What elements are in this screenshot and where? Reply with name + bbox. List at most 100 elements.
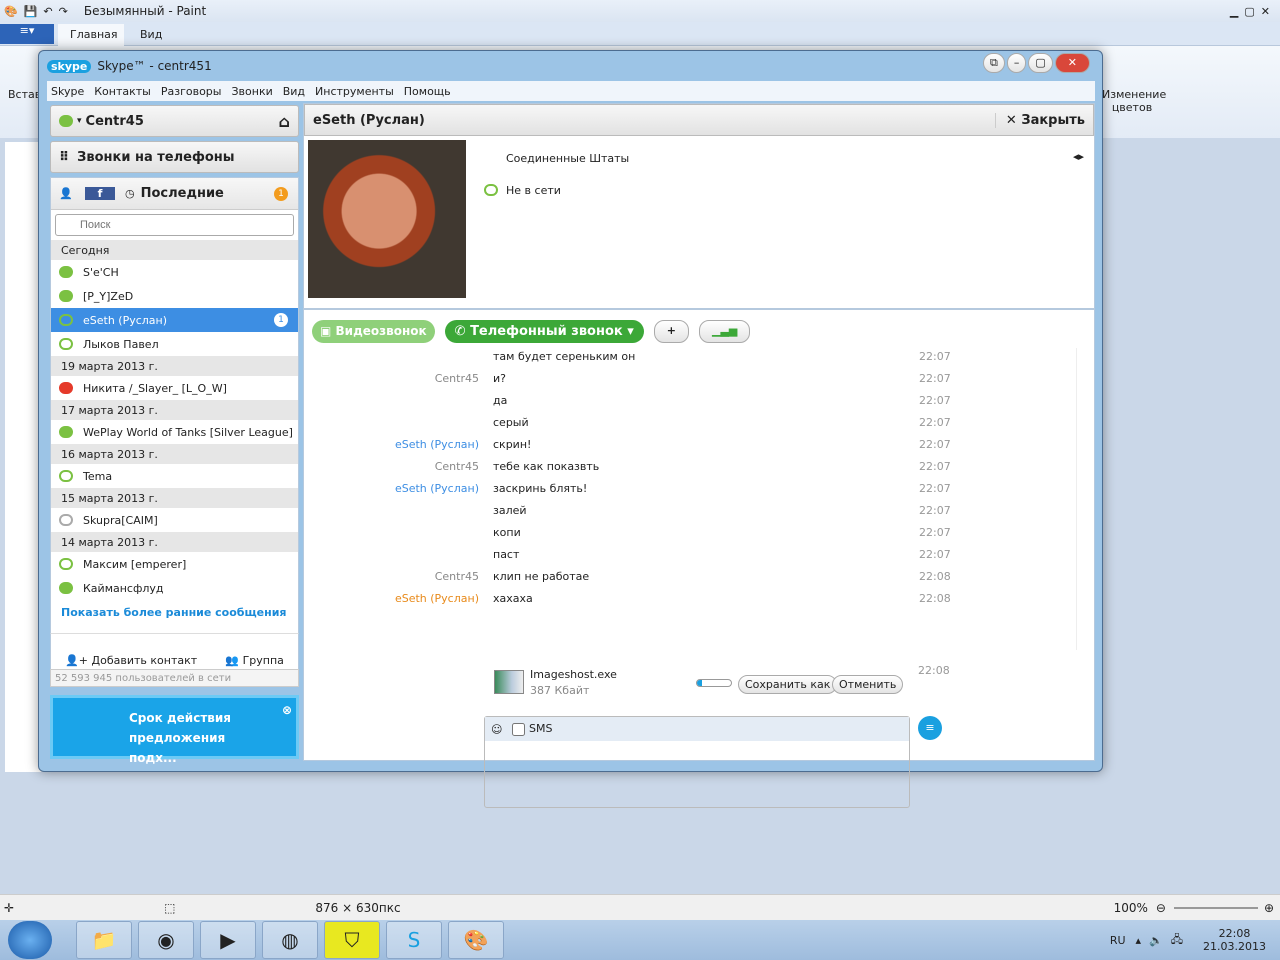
network-icon[interactable]: 🖧 <box>1171 931 1183 950</box>
zoom-in-button[interactable]: ⊕ <box>1264 901 1274 915</box>
contact-item[interactable]: WePlay World of Tanks [Silver League] <box>51 420 298 444</box>
media-player-icon[interactable]: ▶ <box>200 921 256 959</box>
call-quality-icon[interactable]: ▁▃▅ <box>699 320 751 343</box>
sms-checkbox[interactable]: SMS <box>512 722 552 736</box>
menu-contacts[interactable]: Контакты <box>94 85 151 98</box>
clock[interactable]: 22:08 21.03.2013 <box>1203 927 1266 953</box>
edit-colors-button[interactable]: Изменение цветов <box>1102 88 1166 114</box>
menu-conversations[interactable]: Разговоры <box>161 85 222 98</box>
message-time: 22:07 <box>919 438 951 451</box>
contact-item[interactable]: S'e'CH <box>51 260 298 284</box>
cancel-button[interactable]: Отменить <box>832 675 904 694</box>
message-input-box[interactable]: ☺ SMS <box>484 716 910 808</box>
minimize-button[interactable]: ▁ <box>1230 5 1238 18</box>
tab-view[interactable]: Вид <box>140 28 162 41</box>
paint-icon[interactable]: 🎨 <box>448 921 504 959</box>
message-list: там будет сереньким он 22:07 Centr45 и? 22:0… <box>304 346 1094 656</box>
message-text: тебе как показвть <box>493 460 600 473</box>
menu-skype[interactable]: Skype <box>51 85 84 98</box>
save-icon[interactable]: 💾 <box>24 5 38 18</box>
minimize-button[interactable]: – <box>1006 53 1027 73</box>
paste-button[interactable]: Вставить <box>8 88 38 101</box>
explorer-icon[interactable]: 📁 <box>76 921 132 959</box>
message-row: eSeth (Руслан) скрин! 22:07 <box>304 434 1094 456</box>
tab-home[interactable]: Главная <box>58 24 124 46</box>
unread-badge: 1 <box>274 313 288 327</box>
cursor-position-icon: ✛ <box>4 900 15 915</box>
contact-name: Tema <box>83 469 113 483</box>
contact-item[interactable]: Tema <box>51 464 298 488</box>
calls-to-phones-label: Звонки на телефоны <box>77 149 235 165</box>
contact-item[interactable]: Каймансфлуд <box>51 576 298 600</box>
menu-help[interactable]: Помощь <box>404 85 451 98</box>
contact-avatar <box>308 140 466 298</box>
message-text: хахаха <box>493 592 533 605</box>
emoticon-icon[interactable]: ☺ <box>491 723 502 736</box>
contact-item[interactable]: Никита /_Slayer_ [L_O_W] <box>51 376 298 400</box>
save-as-button[interactable]: Сохранить как <box>738 675 838 694</box>
facebook-tab[interactable]: f <box>85 187 115 200</box>
add-contact-label: Добавить контакт <box>91 653 198 667</box>
close-chat-button[interactable]: ✕ Закрыть <box>994 112 1085 128</box>
tray-arrow-icon[interactable]: ▴ <box>1136 934 1142 947</box>
restore-button[interactable]: ⧉ <box>983 53 1005 73</box>
send-button[interactable]: ≡ <box>918 716 942 740</box>
close-button[interactable]: ✕ <box>1261 5 1270 18</box>
date-header: 16 марта 2013 г. <box>51 444 298 464</box>
redo-icon[interactable]: ↷ <box>59 5 68 18</box>
file-transfer: Imageshost.exe 387 Кбайт Сохранить как О… <box>494 666 914 700</box>
contact-name: Каймансфлуд <box>83 581 164 595</box>
show-earlier-link[interactable]: Показать более ранние сообщения <box>51 600 298 625</box>
group-label: Группа <box>242 653 284 667</box>
message-time: 22:08 <box>919 592 951 605</box>
add-contact-button[interactable]: 👤+ Добавить контакт <box>65 654 197 667</box>
menu-view[interactable]: Вид <box>283 85 305 98</box>
undo-icon[interactable]: ↶ <box>43 5 52 18</box>
close-button[interactable]: ✕ <box>1054 53 1090 73</box>
contact-item[interactable]: Лыков Павел <box>51 332 298 356</box>
search-input[interactable] <box>55 214 294 236</box>
world-of-tanks-icon[interactable]: ⛉ <box>324 921 380 959</box>
promo-close-icon[interactable]: ⊗ <box>282 700 292 720</box>
maximize-button[interactable]: ▢ <box>1244 5 1254 18</box>
date-header: 19 марта 2013 г. <box>51 356 298 376</box>
volume-icon[interactable]: 🔈 <box>1149 934 1163 947</box>
group-button[interactable]: 👥 Группа <box>225 654 284 667</box>
message-sender: eSeth (Руслан) <box>394 482 479 495</box>
message-time: 22:07 <box>919 372 951 385</box>
file-menu-button[interactable]: ≡▾ <box>0 24 54 44</box>
app-icon[interactable]: ◍ <box>262 921 318 959</box>
start-button[interactable] <box>8 921 52 959</box>
maximize-button[interactable]: ▢ <box>1028 53 1053 73</box>
promo-banner[interactable]: Срок действия предложения подх... ⊗ <box>50 695 299 765</box>
phone-call-button[interactable]: ✆ Телефонный звонок ▾ <box>444 320 644 343</box>
user-status-bar[interactable]: ▾ Centr45 ⌂ <box>50 105 299 137</box>
contact-item[interactable]: Максим [emperer] <box>51 552 298 576</box>
message-row: Centr45 тебе как показвть 22:07 <box>304 456 1094 478</box>
message-row: да 22:07 <box>304 390 1094 412</box>
add-button[interactable]: + <box>653 320 689 343</box>
video-call-button[interactable]: ▣ Видеозвонок <box>312 320 435 343</box>
contact-item[interactable]: eSeth (Руслан) 1 <box>51 308 298 332</box>
calls-to-phones[interactable]: ⠿ Звонки на телефоны <box>50 141 299 173</box>
dialpad-icon: ⠿ <box>59 149 70 165</box>
contacts-tab[interactable]: 👤 <box>51 187 81 200</box>
message-time: 22:07 <box>919 416 951 429</box>
contact-item[interactable]: Skupra[CAIM] <box>51 508 298 532</box>
skype-icon[interactable]: S <box>386 921 442 959</box>
recent-tab[interactable]: Последние <box>141 186 224 201</box>
scrollbar[interactable] <box>1076 348 1088 650</box>
contact-name: eSeth (Руслан) <box>83 313 168 327</box>
chrome-icon[interactable]: ◉ <box>138 921 194 959</box>
menu-calls[interactable]: Звонки <box>231 85 272 98</box>
profile-nav-arrows[interactable]: ◂▸ <box>1073 150 1084 163</box>
menu-tools[interactable]: Инструменты <box>315 85 394 98</box>
zoom-slider[interactable] <box>1173 906 1258 909</box>
home-icon[interactable]: ⌂ <box>279 112 290 131</box>
zoom-out-button[interactable]: ⊖ <box>1156 901 1166 915</box>
message-time: 22:07 <box>919 394 951 407</box>
chat-header: eSeth (Руслан) ✕ Закрыть <box>304 104 1094 136</box>
contact-item[interactable]: [P_Y]ZeD <box>51 284 298 308</box>
language-indicator[interactable]: RU <box>1110 934 1126 947</box>
message-row: там будет сереньким он 22:07 <box>304 346 1094 368</box>
